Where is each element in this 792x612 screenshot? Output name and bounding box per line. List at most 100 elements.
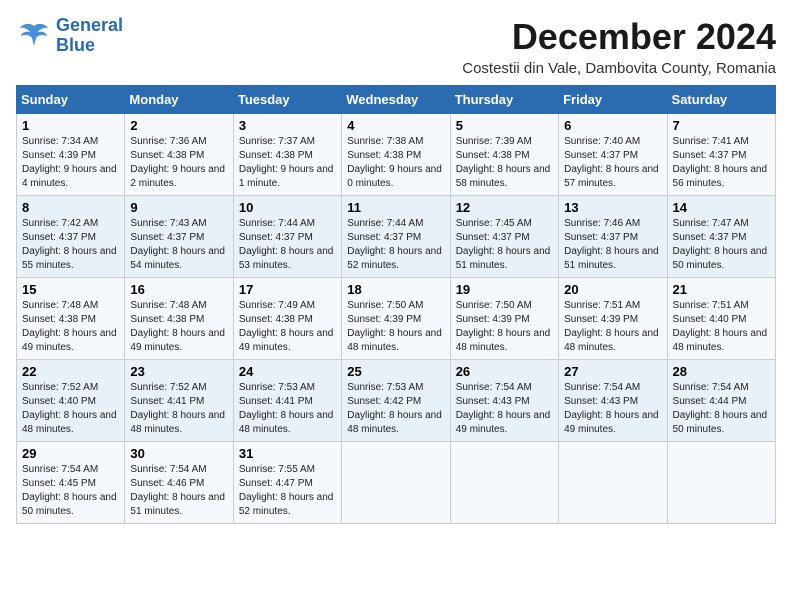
day-info: Sunrise: 7:49 AMSunset: 4:38 PMDaylight:… [239,299,336,355]
calendar-cell: 18 Sunrise: 7:50 AMSunset: 4:39 PMDayligh… [342,278,450,360]
day-number: 2 [130,118,227,133]
column-header-saturday: Saturday [667,86,775,114]
calendar-cell: 7 Sunrise: 7:41 AMSunset: 4:37 PMDaylight… [667,114,775,196]
day-info: Sunrise: 7:54 AMSunset: 4:43 PMDaylight:… [456,381,553,437]
day-info: Sunrise: 7:43 AMSunset: 4:37 PMDaylight:… [130,217,227,273]
calendar-cell: 19Sunrise: 7:50 AMSunset: 4:39 PMDayligh… [450,278,558,360]
day-number: 15 [22,282,119,297]
column-header-sunday: Sunday [17,86,125,114]
day-info: Sunrise: 7:47 AMSunset: 4:37 PMDaylight:… [673,217,770,273]
day-number: 31 [239,446,336,461]
day-number: 24 [239,364,336,379]
day-info: Sunrise: 7:39 AMSunset: 4:38 PMDaylight:… [456,135,553,191]
calendar-cell: 11 Sunrise: 7:44 AMSunset: 4:37 PMDayligh… [342,196,450,278]
column-header-thursday: Thursday [450,86,558,114]
day-number: 17 [239,282,336,297]
day-info: Sunrise: 7:51 AMSunset: 4:40 PMDaylight:… [673,299,770,355]
day-number: 20 [564,282,661,297]
day-info: Sunrise: 7:50 AMSunset: 4:39 PMDaylight:… [347,299,444,355]
day-info: Sunrise: 7:48 AMSunset: 4:38 PMDaylight:… [130,299,227,355]
day-info: Sunrise: 7:44 AMSunset: 4:37 PMDaylight:… [239,217,336,273]
column-header-friday: Friday [559,86,667,114]
day-number: 16 [130,282,227,297]
day-number: 13 [564,200,661,215]
calendar-cell [342,442,450,524]
day-info: Sunrise: 7:38 AMSunset: 4:38 PMDaylight:… [347,135,444,191]
calendar-week-row: 8 Sunrise: 7:42 AMSunset: 4:37 PMDaylight… [17,196,776,278]
calendar-cell: 23 Sunrise: 7:52 AMSunset: 4:41 PMDayligh… [125,360,233,442]
calendar-cell: 30 Sunrise: 7:54 AMSunset: 4:46 PMDayligh… [125,442,233,524]
calendar-cell [559,442,667,524]
day-info: Sunrise: 7:52 AMSunset: 4:41 PMDaylight:… [130,381,227,437]
day-info: Sunrise: 7:48 AMSunset: 4:38 PMDaylight:… [22,299,119,355]
logo-text-line2: Blue [56,36,123,56]
calendar-cell: 25Sunrise: 7:53 AMSunset: 4:42 PMDayligh… [342,360,450,442]
calendar-cell: 8 Sunrise: 7:42 AMSunset: 4:37 PMDaylight… [17,196,125,278]
day-number: 6 [564,118,661,133]
day-info: Sunrise: 7:51 AMSunset: 4:39 PMDaylight:… [564,299,661,355]
calendar-cell: 29 Sunrise: 7:54 AMSunset: 4:45 PMDayligh… [17,442,125,524]
day-number: 18 [347,282,444,297]
day-number: 10 [239,200,336,215]
day-number: 29 [22,446,119,461]
day-info: Sunrise: 7:50 AMSunset: 4:39 PMDaylight:… [456,299,553,355]
day-number: 9 [130,200,227,215]
calendar-header-row: SundayMondayTuesdayWednesdayThursdayFrid… [17,86,776,114]
calendar-cell: 6 Sunrise: 7:40 AMSunset: 4:37 PMDaylight… [559,114,667,196]
day-number: 11 [347,200,444,215]
logo-text-line1: General [56,16,123,36]
calendar-cell: 1 Sunrise: 7:34 AMSunset: 4:39 PMDaylight… [17,114,125,196]
day-number: 23 [130,364,227,379]
day-number: 5 [456,118,553,133]
day-number: 28 [673,364,770,379]
calendar-cell: 5 Sunrise: 7:39 AMSunset: 4:38 PMDaylight… [450,114,558,196]
day-info: Sunrise: 7:44 AMSunset: 4:37 PMDaylight:… [347,217,444,273]
day-info: Sunrise: 7:34 AMSunset: 4:39 PMDaylight:… [22,135,119,191]
logo-icon [16,18,52,54]
calendar-cell: 21Sunrise: 7:51 AMSunset: 4:40 PMDayligh… [667,278,775,360]
day-info: Sunrise: 7:52 AMSunset: 4:40 PMDaylight:… [22,381,119,437]
day-info: Sunrise: 7:40 AMSunset: 4:37 PMDaylight:… [564,135,661,191]
calendar-cell: 24Sunrise: 7:53 AMSunset: 4:41 PMDayligh… [233,360,341,442]
day-number: 14 [673,200,770,215]
logo: General Blue [16,16,123,56]
day-number: 30 [130,446,227,461]
calendar-cell: 2 Sunrise: 7:36 AMSunset: 4:38 PMDaylight… [125,114,233,196]
calendar-cell: 22 Sunrise: 7:52 AMSunset: 4:40 PMDayligh… [17,360,125,442]
day-info: Sunrise: 7:54 AMSunset: 4:45 PMDaylight:… [22,463,119,519]
calendar-cell: 10 Sunrise: 7:44 AMSunset: 4:37 PMDayligh… [233,196,341,278]
day-number: 7 [673,118,770,133]
calendar-cell: 28Sunrise: 7:54 AMSunset: 4:44 PMDayligh… [667,360,775,442]
calendar-cell: 4Sunrise: 7:38 AMSunset: 4:38 PMDaylight… [342,114,450,196]
column-header-monday: Monday [125,86,233,114]
column-header-wednesday: Wednesday [342,86,450,114]
calendar-cell: 20 Sunrise: 7:51 AMSunset: 4:39 PMDayligh… [559,278,667,360]
page-header: General Blue December 2024 Costestii din… [16,16,776,77]
day-info: Sunrise: 7:45 AMSunset: 4:37 PMDaylight:… [456,217,553,273]
calendar-cell: 14 Sunrise: 7:47 AMSunset: 4:37 PMDayligh… [667,196,775,278]
calendar-table: SundayMondayTuesdayWednesdayThursdayFrid… [16,85,776,524]
day-info: Sunrise: 7:54 AMSunset: 4:46 PMDaylight:… [130,463,227,519]
calendar-cell: 9 Sunrise: 7:43 AMSunset: 4:37 PMDaylight… [125,196,233,278]
day-info: Sunrise: 7:46 AMSunset: 4:37 PMDaylight:… [564,217,661,273]
title-section: December 2024 Costestii din Vale, Dambov… [462,16,776,77]
day-number: 27 [564,364,661,379]
month-title: December 2024 [462,16,776,58]
day-number: 26 [456,364,553,379]
calendar-cell: 27 Sunrise: 7:54 AMSunset: 4:43 PMDayligh… [559,360,667,442]
calendar-cell: 12Sunrise: 7:45 AMSunset: 4:37 PMDayligh… [450,196,558,278]
day-number: 1 [22,118,119,133]
day-info: Sunrise: 7:36 AMSunset: 4:38 PMDaylight:… [130,135,227,191]
day-number: 3 [239,118,336,133]
day-info: Sunrise: 7:41 AMSunset: 4:37 PMDaylight:… [673,135,770,191]
day-number: 25 [347,364,444,379]
day-info: Sunrise: 7:42 AMSunset: 4:37 PMDaylight:… [22,217,119,273]
calendar-cell: 31Sunrise: 7:55 AMSunset: 4:47 PMDayligh… [233,442,341,524]
calendar-cell: 26 Sunrise: 7:54 AMSunset: 4:43 PMDayligh… [450,360,558,442]
calendar-cell [450,442,558,524]
calendar-week-row: 1 Sunrise: 7:34 AMSunset: 4:39 PMDaylight… [17,114,776,196]
calendar-cell: 13 Sunrise: 7:46 AMSunset: 4:37 PMDayligh… [559,196,667,278]
day-number: 22 [22,364,119,379]
day-number: 8 [22,200,119,215]
day-info: Sunrise: 7:54 AMSunset: 4:43 PMDaylight:… [564,381,661,437]
